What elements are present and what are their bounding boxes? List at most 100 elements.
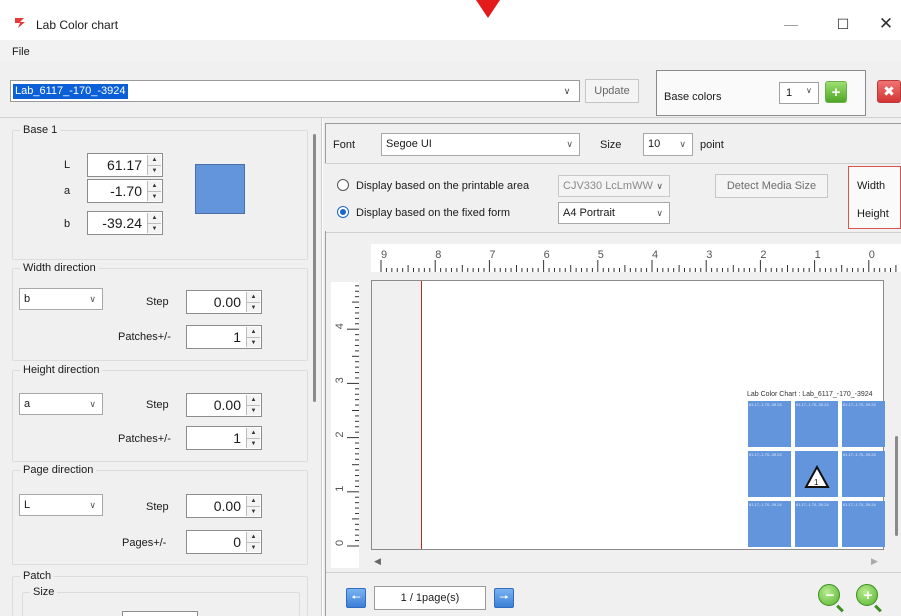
page-axis-combo[interactable]: L ∨ (19, 494, 103, 516)
size-label: Size (600, 139, 622, 151)
spinner-buttons[interactable]: ▲ ▼ (147, 213, 161, 233)
chevron-down-icon[interactable]: ∨ (656, 176, 663, 196)
spinner-buttons[interactable]: ▲ ▼ (246, 395, 260, 415)
pages-spinner[interactable]: 0 ▲ ▼ (186, 530, 262, 554)
color-patch: 61.17,-1.70,-39.24 (842, 451, 885, 497)
ruler-number: 1 (334, 486, 346, 492)
patch-size-spinner[interactable] (122, 611, 198, 616)
a-spinner[interactable]: -1.70 ▲ ▼ (87, 179, 163, 203)
ruler-number: 8 (435, 249, 441, 261)
preview-horizontal-scrollbar[interactable] (371, 553, 884, 569)
add-base-color-button[interactable]: + (825, 81, 847, 103)
width-patches-spinner[interactable]: 1 ▲ ▼ (186, 325, 262, 349)
chevron-down-icon[interactable]: ∨ (806, 86, 812, 95)
b-spinner[interactable]: -39.24 ▲ ▼ (87, 211, 163, 235)
base-color-swatch (195, 164, 245, 214)
spinner-buttons[interactable]: ▲ ▼ (147, 181, 161, 201)
maximize-button[interactable]: ☐ (820, 9, 866, 39)
left-panel-scrollbar[interactable] (313, 134, 316, 402)
spinner-buttons[interactable]: ▲ ▼ (246, 532, 260, 552)
minimize-button[interactable]: — (768, 9, 814, 39)
page-direction-group (12, 470, 308, 565)
margin-line (421, 281, 422, 549)
width-axis-combo[interactable]: b ∨ (19, 288, 103, 310)
base-colors-count-combo[interactable]: 1 (779, 82, 819, 104)
height-axis-combo[interactable]: a ∨ (19, 393, 103, 415)
patch-label: 61.17,-1.70,-39.24 (843, 402, 876, 407)
width-step-spinner[interactable]: 0.00 ▲ ▼ (186, 290, 262, 314)
menu-file[interactable]: File (12, 46, 30, 58)
chevron-down-icon[interactable]: ∨ (679, 134, 686, 154)
ruler-number: 2 (760, 249, 766, 261)
font-combo[interactable]: Segoe UI ∨ (381, 133, 580, 156)
page-step-spinner[interactable]: 0.00 ▲ ▼ (186, 494, 262, 518)
chevron-down-icon[interactable]: ∨ (558, 83, 576, 99)
spinner-buttons[interactable]: ▲ ▼ (246, 292, 260, 312)
width-direction-title: Width direction (20, 262, 99, 274)
L-value[interactable]: 61.17 (107, 157, 142, 173)
patch-label: 61.17,-1.70,-39.24 (843, 502, 876, 507)
height-step-spinner[interactable]: 0.00 ▲ ▼ (186, 393, 262, 417)
fixed-form-radio[interactable] (337, 206, 349, 218)
color-patch: 61.17,-1.70,-39.24 (795, 401, 838, 447)
patch-label: 61.17,-1.70,-39.24 (749, 502, 782, 507)
media-width-label: Width (857, 180, 886, 192)
patch-label: 61.17,-1.70,-39.24 (843, 452, 876, 457)
height-direction-title: Height direction (20, 364, 103, 376)
a-value[interactable]: -1.70 (110, 183, 142, 199)
height-step-label: Step (146, 399, 169, 411)
ruler-number: 4 (652, 249, 658, 261)
fixed-form-label[interactable]: Display based on the fixed form (356, 207, 510, 219)
profile-combo-value[interactable]: Lab_6117_-170_-3924 (13, 84, 128, 99)
zoom-in-button[interactable]: + (856, 584, 878, 606)
page-direction-title: Page direction (20, 464, 97, 476)
zoom-out-button[interactable]: − (818, 584, 840, 606)
close-window-button[interactable]: ✕ (863, 9, 901, 39)
preview-vertical-scrollbar[interactable] (895, 436, 898, 536)
height-patches-label: Patches+/- (118, 433, 171, 445)
L-spinner[interactable]: 61.17 ▲ ▼ (87, 153, 163, 177)
form-combo[interactable]: A4 Portrait ∨ (558, 202, 670, 224)
chevron-down-icon[interactable]: ∨ (89, 394, 96, 414)
pages-label: Pages+/- (122, 537, 167, 549)
spinner-buttons[interactable]: ▲ ▼ (147, 155, 161, 175)
spinner-buttons[interactable]: ▲ ▼ (246, 496, 260, 516)
patch-label: 61.17,-1.70,-39.24 (796, 502, 829, 507)
color-patch: 61.17,-1.70,-39.24 (795, 501, 838, 547)
page-step-label: Step (146, 501, 169, 513)
detect-media-size-button[interactable]: Detect Media Size (715, 174, 828, 198)
printable-area-radio[interactable] (337, 179, 349, 191)
ruler-number: 6 (544, 249, 550, 261)
ruler-number: 0 (334, 540, 346, 546)
spinner-buttons[interactable]: ▲ ▼ (246, 428, 260, 448)
scroll-left-arrow-icon[interactable]: ◀ (374, 556, 381, 567)
base-group-title: Base 1 (20, 124, 61, 136)
color-patch: 61.17,-1.70,-39.24 (748, 501, 791, 547)
next-page-button[interactable]: 🠖 (494, 588, 514, 608)
app-icon (15, 18, 25, 28)
spinner-buttons[interactable]: ▲ ▼ (246, 327, 260, 347)
color-patch: 61.17,-1.70,-39.24 (748, 401, 791, 447)
height-patches-spinner[interactable]: 1 ▲ ▼ (186, 426, 262, 450)
printer-combo[interactable]: CJV330 LcLmWW ∨ (558, 175, 670, 197)
patch-size-title: Size (30, 586, 58, 598)
font-label: Font (333, 139, 356, 151)
font-size-combo[interactable]: 10 ∨ (643, 133, 693, 156)
ruler-number: 7 (489, 249, 495, 261)
previous-page-button[interactable]: 🠔 (346, 588, 366, 608)
b-label: b (64, 218, 71, 230)
b-value[interactable]: -39.24 (102, 215, 142, 231)
scroll-right-arrow-icon[interactable]: ▶ (871, 556, 878, 567)
chevron-down-icon[interactable]: ∨ (656, 203, 663, 223)
point-unit-label: point (700, 139, 724, 151)
printable-area-label[interactable]: Display based on the printable area (356, 180, 529, 192)
ruler-number: 0 (869, 249, 875, 261)
svg-text:1: 1 (814, 478, 819, 487)
chevron-down-icon[interactable]: ∨ (89, 495, 96, 515)
update-button[interactable]: Update (585, 79, 639, 103)
chevron-down-icon[interactable]: ∨ (566, 134, 573, 154)
chevron-down-icon[interactable]: ∨ (89, 289, 96, 309)
page-indicator: 1 / 1page(s) (374, 586, 486, 610)
remove-base-color-button[interactable]: ✖ (877, 80, 901, 103)
ruler-number: 9 (381, 249, 387, 261)
